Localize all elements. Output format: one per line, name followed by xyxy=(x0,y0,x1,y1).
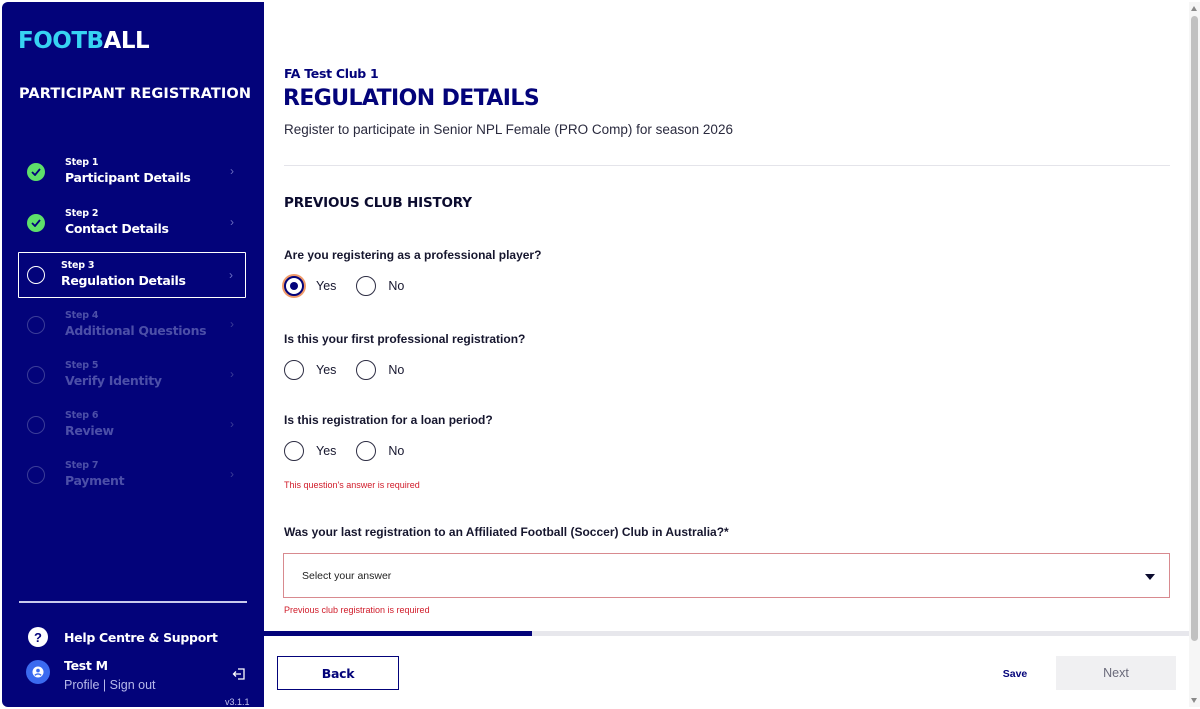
chevron-right-icon: › xyxy=(230,417,234,431)
header-divider xyxy=(284,165,1170,166)
question-first-professional-registration: Is this your first professional registra… xyxy=(284,332,526,346)
step-review[interactable]: Step 6 Review › xyxy=(18,402,246,448)
avatar xyxy=(26,660,50,684)
radio-group-loan-period: Yes No xyxy=(284,441,424,461)
radio-yes[interactable]: Yes xyxy=(284,360,336,380)
football-logo[interactable]: FOOTBALL xyxy=(18,28,150,54)
radio-label: Yes xyxy=(316,444,337,458)
chevron-right-icon: › xyxy=(230,317,234,331)
link-separator: | xyxy=(99,678,110,692)
step-label: Participant Details xyxy=(65,170,191,186)
step-number: Step 4 xyxy=(65,310,99,322)
radio-no[interactable]: No xyxy=(356,360,404,380)
current-step-circle-icon xyxy=(27,266,45,284)
logout-icon[interactable] xyxy=(232,667,246,686)
radio-yes[interactable]: Yes xyxy=(284,441,336,461)
chevron-right-icon: › xyxy=(230,367,234,381)
radio-group-first-registration: Yes No xyxy=(284,360,424,380)
radio-unchecked-icon xyxy=(356,276,377,296)
user-profile: Test M Profile | Sign out xyxy=(26,658,156,692)
radio-yes[interactable]: Yes xyxy=(284,276,336,296)
scroll-up-arrow-icon[interactable] xyxy=(1191,6,1197,11)
radio-group-professional-player: Yes No xyxy=(284,276,424,296)
step-number: Step 3 xyxy=(61,260,95,272)
step-label: Review xyxy=(65,423,114,439)
next-button[interactable]: Next xyxy=(1056,656,1176,690)
chevron-right-icon: › xyxy=(230,215,234,229)
scrollbar[interactable] xyxy=(1189,2,1200,707)
radio-no[interactable]: No xyxy=(356,276,404,296)
radio-unchecked-icon xyxy=(356,360,377,380)
logo-part1: FOOTB xyxy=(18,28,104,54)
scroll-down-arrow-icon[interactable] xyxy=(1191,698,1197,703)
chevron-right-icon: › xyxy=(230,467,234,481)
main-content: FA Test Club 1 REGULATION DETAILS Regist… xyxy=(264,2,1189,707)
page-title: REGULATION DETAILS xyxy=(283,86,540,111)
sidebar: FOOTBALL PARTICIPANT REGISTRATION Step 1… xyxy=(2,2,264,707)
radio-label: No xyxy=(388,279,405,293)
step-label: Additional Questions xyxy=(65,323,207,339)
pending-circle-icon xyxy=(27,316,45,334)
radio-label: No xyxy=(388,444,405,458)
radio-unchecked-icon xyxy=(284,360,304,380)
radio-checked-icon xyxy=(284,276,304,296)
step-participant-details[interactable]: Step 1 Participant Details › xyxy=(18,149,246,195)
step-label: Contact Details xyxy=(65,221,169,237)
pending-circle-icon xyxy=(27,416,45,434)
sidebar-divider xyxy=(19,601,247,603)
previous-club-select[interactable]: Select your answer xyxy=(283,553,1170,598)
step-label: Verify Identity xyxy=(65,373,162,389)
radio-no[interactable]: No xyxy=(356,441,404,461)
check-icon xyxy=(27,163,45,181)
user-name: Test M xyxy=(64,658,108,673)
step-contact-details[interactable]: Step 2 Contact Details › xyxy=(18,200,246,246)
step-number: Step 5 xyxy=(65,360,99,372)
progress-fill xyxy=(264,631,533,636)
chevron-right-icon: › xyxy=(230,164,234,178)
profile-link[interactable]: Profile xyxy=(64,678,99,692)
previous-club-error: Previous club registration is required xyxy=(284,605,430,615)
question-professional-player: Are you registering as a professional pl… xyxy=(284,248,542,262)
section-heading: PREVIOUS CLUB HISTORY xyxy=(284,195,472,211)
logo-part2: ALL xyxy=(103,28,150,54)
pending-circle-icon xyxy=(27,466,45,484)
app-version: v3.1.1 xyxy=(225,697,250,707)
step-label: Regulation Details xyxy=(61,273,186,289)
chevron-right-icon: › xyxy=(229,268,233,282)
help-label: Help Centre & Support xyxy=(64,629,218,645)
step-number: Step 7 xyxy=(65,460,99,472)
radio-label: Yes xyxy=(316,279,337,293)
pending-circle-icon xyxy=(27,366,45,384)
step-additional-questions[interactable]: Step 4 Additional Questions › xyxy=(18,302,246,348)
radio-unchecked-icon xyxy=(356,441,377,461)
question-loan-period: Is this registration for a loan period? xyxy=(284,413,493,427)
step-verify-identity[interactable]: Step 5 Verify Identity › xyxy=(18,352,246,398)
step-label: Payment xyxy=(65,473,125,489)
check-icon xyxy=(27,214,45,232)
step-number: Step 6 xyxy=(65,410,99,422)
page-subtitle: Register to participate in Senior NPL Fe… xyxy=(284,122,733,137)
step-number: Step 2 xyxy=(65,208,99,220)
radio-label: No xyxy=(388,363,405,377)
caret-down-icon xyxy=(1145,574,1155,580)
radio-label: Yes xyxy=(316,363,337,377)
back-button[interactable]: Back xyxy=(277,656,399,690)
step-payment[interactable]: Step 7 Payment › xyxy=(18,452,246,498)
step-number: Step 1 xyxy=(65,157,99,169)
sidebar-title: PARTICIPANT REGISTRATION xyxy=(19,86,252,102)
progress-bar xyxy=(264,631,1189,636)
step-regulation-details[interactable]: Step 3 Regulation Details › xyxy=(18,252,246,298)
club-name: FA Test Club 1 xyxy=(284,66,379,81)
radio-unchecked-icon xyxy=(284,441,304,461)
help-centre-link[interactable]: ? Help Centre & Support xyxy=(28,627,218,647)
select-value: Select your answer xyxy=(302,569,392,582)
save-button[interactable]: Save xyxy=(994,662,1036,686)
help-icon: ? xyxy=(28,627,48,647)
scrollbar-thumb[interactable] xyxy=(1191,16,1198,641)
question-previous-club: Was your last registration to an Affilia… xyxy=(284,525,729,539)
sign-out-link[interactable]: Sign out xyxy=(110,678,156,692)
loan-period-error: This question's answer is required xyxy=(284,480,420,490)
